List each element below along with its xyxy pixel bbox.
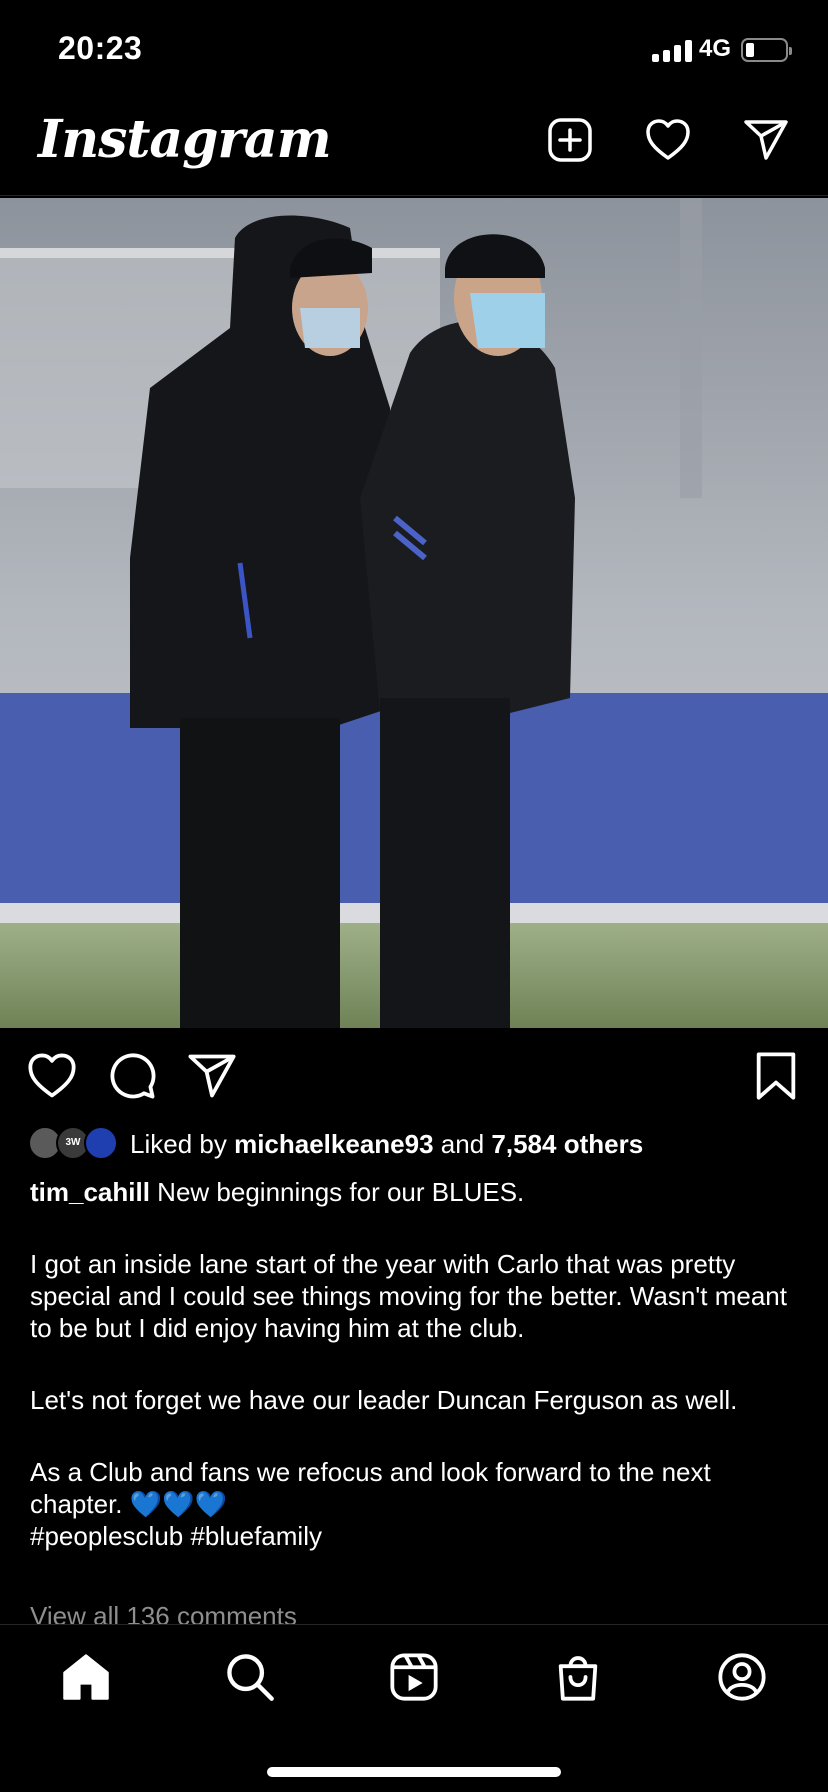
status-bar: 20:23 4G (0, 0, 828, 100)
likes-and: and (440, 1128, 485, 1159)
post-actions (0, 1028, 828, 1124)
avatar (84, 1126, 118, 1160)
bottom-tab-bar (0, 1624, 828, 1792)
likes-count[interactable]: 7,584 others (491, 1129, 643, 1159)
liker-avatars[interactable]: 3W (28, 1126, 120, 1162)
likes-prefix: Liked by (130, 1128, 227, 1159)
shop-icon[interactable] (552, 1651, 604, 1703)
save-icon[interactable] (750, 1050, 802, 1102)
comment-icon[interactable] (106, 1050, 158, 1102)
caption-line: New beginnings for our BLUES. (157, 1177, 525, 1207)
like-icon[interactable] (26, 1050, 78, 1102)
new-post-icon[interactable] (546, 116, 594, 164)
profile-icon[interactable] (716, 1651, 768, 1703)
likes-text[interactable]: Liked by michaelkeane93 and 7,584 others (130, 1129, 643, 1160)
instagram-logo[interactable]: Instagram (38, 100, 332, 180)
caption-username[interactable]: tim_cahill (30, 1177, 150, 1207)
network-type: 4G (699, 35, 732, 62)
home-indicator (267, 1767, 561, 1777)
view-all-comments-link[interactable]: View all 136 comments (30, 1600, 297, 1624)
status-time: 20:23 (58, 30, 143, 66)
likes-summary[interactable]: 3W Liked by michaelkeane93 and 7,584 oth… (28, 1124, 808, 1164)
home-icon[interactable] (60, 1651, 112, 1703)
caption-hashtags[interactable]: #peoplesclub #bluefamily (30, 1520, 800, 1552)
caption-paragraph: Let's not forget we have our leader Dunc… (30, 1385, 738, 1415)
share-icon[interactable] (186, 1050, 238, 1102)
direct-message-icon[interactable] (742, 116, 790, 164)
caption-paragraph: I got an inside lane start of the year w… (30, 1249, 787, 1343)
post-image[interactable] (0, 198, 828, 1028)
blue-hearts: 💙💙💙 (129, 1489, 227, 1519)
search-icon[interactable] (224, 1651, 276, 1703)
signal-strength-icon (652, 40, 694, 62)
liker-username[interactable]: michaelkeane93 (234, 1129, 433, 1159)
post-caption: tim_cahill New beginnings for our BLUES.… (30, 1176, 800, 1552)
battery-icon (741, 38, 792, 62)
reels-icon[interactable] (388, 1651, 440, 1703)
app-header: Instagram (0, 100, 828, 196)
heart-icon[interactable] (644, 116, 692, 164)
